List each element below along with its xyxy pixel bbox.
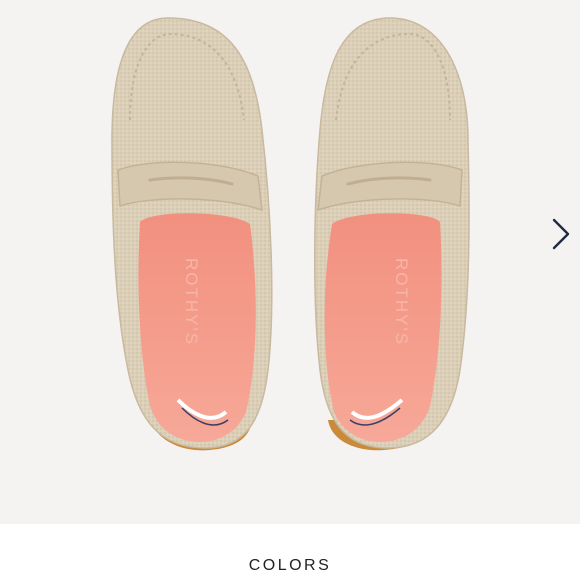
product-image: ROTHY'S ROTHY'S xyxy=(0,0,580,524)
right-shoe: ROTHY'S xyxy=(313,17,470,451)
colors-section-title: COLORS xyxy=(248,557,332,574)
left-brand-mark: ROTHY'S xyxy=(182,258,201,346)
left-shoe: ROTHY'S xyxy=(111,17,273,451)
product-page: ROTHY'S ROTHY'S COLORS xyxy=(0,0,580,580)
right-brand-mark: ROTHY'S xyxy=(392,258,411,346)
chevron-right-icon[interactable] xyxy=(548,216,574,252)
